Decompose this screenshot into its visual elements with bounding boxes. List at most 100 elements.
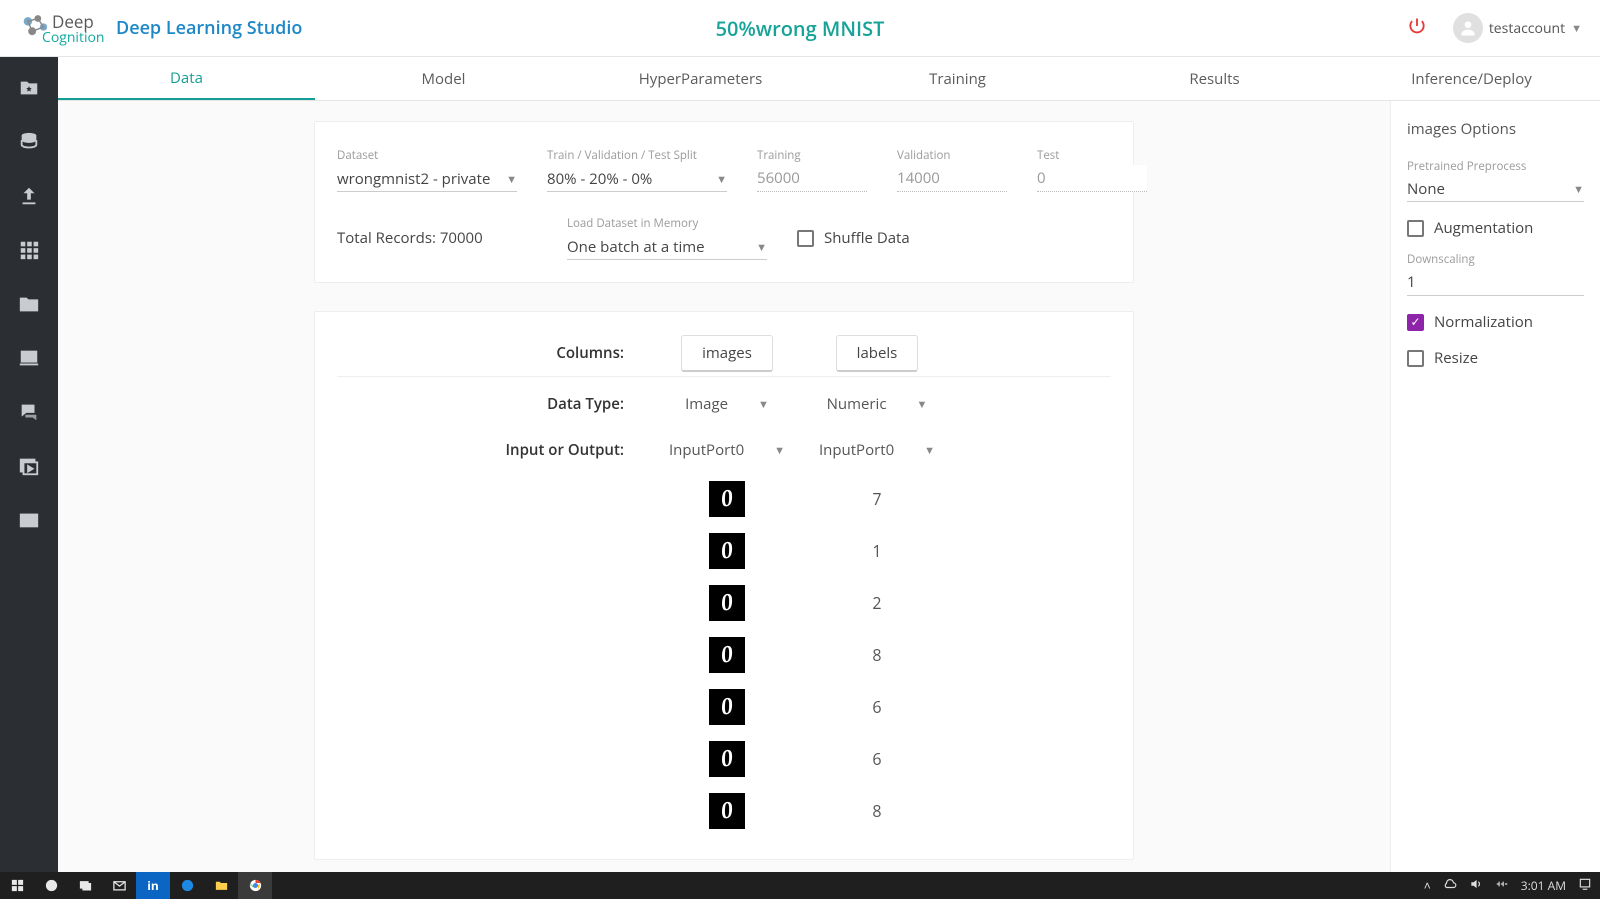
topbar-right: testaccount ▼ xyxy=(1407,13,1582,43)
dataset-value: wrongmnist2 - private xyxy=(337,169,490,189)
chevron-down-icon: ▼ xyxy=(758,397,769,412)
tray-notifications-icon[interactable] xyxy=(1578,877,1592,895)
pretrained-select[interactable]: None ▼ xyxy=(1407,175,1584,202)
column-labels-button[interactable]: labels xyxy=(836,335,919,372)
brand-logo: Deep Cognition xyxy=(18,8,98,48)
tab-model[interactable]: Model xyxy=(315,57,572,100)
checkbox-icon xyxy=(1407,350,1424,367)
validation-input[interactable] xyxy=(897,165,1007,192)
data-row: 06 xyxy=(337,733,1111,785)
tab-results[interactable]: Results xyxy=(1086,57,1343,100)
rail-folder-icon[interactable] xyxy=(16,291,42,317)
data-row: 02 xyxy=(337,577,1111,629)
chevron-down-icon: ▼ xyxy=(1571,21,1582,36)
normalization-checkbox[interactable]: Normalization xyxy=(1407,312,1584,332)
label-value: 6 xyxy=(872,748,881,770)
rail-upload-icon[interactable] xyxy=(16,183,42,209)
image-thumb: 0 xyxy=(709,637,745,673)
augmentation-checkbox[interactable]: Augmentation xyxy=(1407,218,1584,238)
data-row: 01 xyxy=(337,525,1111,577)
rail-video-icon[interactable] xyxy=(16,453,42,479)
project-title: 50%wrong MNIST xyxy=(716,15,885,42)
edge-app-icon[interactable] xyxy=(170,872,204,899)
image-thumb: 0 xyxy=(709,741,745,777)
chrome-app-icon[interactable] xyxy=(238,872,272,899)
columns-card: Columns: images labels Data Type: Image▼… xyxy=(314,311,1134,860)
chevron-down-icon: ▼ xyxy=(716,172,727,187)
rail-mail-icon[interactable] xyxy=(16,507,42,533)
pretrained-value: None xyxy=(1407,179,1445,199)
power-icon[interactable] xyxy=(1407,16,1427,41)
brand: Deep Cognition Deep Learning Studio xyxy=(18,8,302,48)
avatar-icon xyxy=(1453,13,1483,43)
checkbox-icon xyxy=(797,230,814,247)
checkbox-icon xyxy=(1407,220,1424,237)
resize-label: Resize xyxy=(1434,348,1478,368)
tab-training[interactable]: Training xyxy=(829,57,1086,100)
main-scroll[interactable]: Dataset wrongmnist2 - private ▼ Train / … xyxy=(58,101,1390,872)
tab-data[interactable]: Data xyxy=(58,57,315,100)
label-value: 8 xyxy=(872,644,881,666)
load-select[interactable]: One batch at a time ▼ xyxy=(567,233,767,260)
windows-taskbar: in ˄ 3:01 AM xyxy=(0,872,1600,899)
chevron-down-icon: ▼ xyxy=(756,240,767,255)
rail-chat-icon[interactable] xyxy=(16,399,42,425)
pretrained-label: Pretrained Preprocess xyxy=(1407,159,1526,174)
shuffle-checkbox[interactable]: Shuffle Data xyxy=(797,228,910,248)
training-input[interactable] xyxy=(757,165,867,192)
io-labels-select[interactable]: InputPort0▼ xyxy=(802,440,952,460)
split-value: 80% - 20% - 0% xyxy=(547,169,652,189)
augmentation-label: Augmentation xyxy=(1434,218,1533,238)
test-label: Test xyxy=(1037,148,1147,163)
rail-database-icon[interactable] xyxy=(16,129,42,155)
rail-projects-icon[interactable] xyxy=(16,75,42,101)
rail-laptop-icon[interactable] xyxy=(16,345,42,371)
rail-grid-icon[interactable] xyxy=(16,237,42,263)
image-thumb: 0 xyxy=(709,585,745,621)
tray-cloud-icon[interactable] xyxy=(1443,877,1457,895)
start-button[interactable] xyxy=(0,872,34,899)
resize-checkbox[interactable]: Resize xyxy=(1407,348,1584,368)
mail-app-icon[interactable] xyxy=(102,872,136,899)
tab-inference[interactable]: Inference/Deploy xyxy=(1343,57,1600,100)
chevron-down-icon: ▼ xyxy=(1573,182,1584,197)
test-input[interactable] xyxy=(1037,165,1147,192)
label-value: 8 xyxy=(872,800,881,822)
split-select[interactable]: 80% - 20% - 0% ▼ xyxy=(547,165,727,192)
label-value: 7 xyxy=(872,488,881,510)
datatype-labels-select[interactable]: Numeric▼ xyxy=(802,394,952,414)
tray-time[interactable]: 3:01 AM xyxy=(1521,877,1566,894)
chevron-down-icon: ▼ xyxy=(924,443,935,458)
image-thumb: 0 xyxy=(709,481,745,517)
data-row: 08 xyxy=(337,629,1111,681)
options-title: images Options xyxy=(1407,119,1584,139)
left-rail xyxy=(0,57,58,872)
shuffle-label: Shuffle Data xyxy=(824,228,910,248)
chevron-down-icon: ▼ xyxy=(774,443,785,458)
taskview-icon[interactable] xyxy=(68,872,102,899)
tray-chevron-icon[interactable]: ˄ xyxy=(1424,877,1431,894)
dataset-label: Dataset xyxy=(337,148,517,163)
tray-network-icon[interactable] xyxy=(1495,877,1509,895)
downscaling-label: Downscaling xyxy=(1407,252,1584,267)
label-value: 2 xyxy=(872,592,881,614)
cortana-icon[interactable] xyxy=(34,872,68,899)
tabs: Data Model HyperParameters Training Resu… xyxy=(58,57,1600,101)
column-images-button[interactable]: images xyxy=(681,335,773,372)
linkedin-app-icon[interactable]: in xyxy=(136,872,170,899)
datatype-images-select[interactable]: Image▼ xyxy=(652,394,802,414)
explorer-app-icon[interactable] xyxy=(204,872,238,899)
image-thumb: 0 xyxy=(709,533,745,569)
tray-volume-icon[interactable] xyxy=(1469,877,1483,895)
columns-label: Columns: xyxy=(337,343,652,363)
label-value: 6 xyxy=(872,696,881,718)
tab-hyper[interactable]: HyperParameters xyxy=(572,57,829,100)
options-panel: images Options Pretrained Preprocess Non… xyxy=(1390,101,1600,872)
user-menu[interactable]: testaccount ▼ xyxy=(1453,13,1582,43)
dataset-card: Dataset wrongmnist2 - private ▼ Train / … xyxy=(314,121,1134,283)
dataset-select[interactable]: wrongmnist2 - private ▼ xyxy=(337,165,517,192)
app-title: Deep Learning Studio xyxy=(116,16,302,40)
io-images-select[interactable]: InputPort0▼ xyxy=(652,440,802,460)
downscaling-input[interactable] xyxy=(1407,269,1584,296)
label-value: 1 xyxy=(872,540,881,562)
